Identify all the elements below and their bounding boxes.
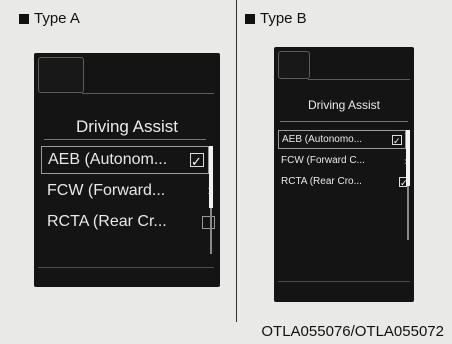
top-display-box	[38, 57, 84, 93]
scrollbar-thumb[interactable]	[406, 130, 410, 186]
menu-item-fcw[interactable]: FCW (Forward C... ›	[278, 151, 412, 170]
top-display-box	[278, 51, 310, 79]
scrollbar[interactable]	[209, 146, 213, 254]
menu-item-aeb[interactable]: AEB (Autonomo...	[278, 130, 406, 149]
menu-item-label: AEB (Autonomo...	[282, 134, 363, 145]
black-square-icon	[19, 13, 29, 24]
menu-item-label: AEB (Autonom...	[48, 151, 168, 168]
check-icon[interactable]	[190, 153, 204, 170]
type-b-heading: Type B	[245, 10, 307, 27]
title-underline	[44, 139, 206, 140]
menu-item-label: RCTA (Rear Cro...	[281, 176, 362, 187]
type-b-label: Type B	[260, 10, 307, 27]
menu-item-rcta[interactable]: RCTA (Rear Cr...	[41, 208, 219, 236]
menu-title: Driving Assist	[307, 98, 381, 112]
menu-item-aeb[interactable]: AEB (Autonom...	[41, 146, 209, 174]
type-a-label: Type A	[34, 10, 80, 27]
menu-title: Driving Assist	[75, 117, 179, 136]
menu-item-fcw[interactable]: FCW (Forward... ›	[41, 177, 219, 205]
bottom-line	[278, 281, 410, 282]
type-b-screen: Driving Assist AEB (Autonomo... FCW (For…	[274, 47, 414, 302]
menu-item-label: FCW (Forward C...	[281, 155, 365, 166]
type-a-heading: Type A	[19, 10, 80, 27]
menu-item-label: RCTA (Rear Cr...	[47, 213, 167, 230]
type-a-screen: Driving Assist AEB (Autonom... FCW (Forw…	[34, 53, 220, 287]
check-icon[interactable]	[392, 134, 402, 147]
bottom-line	[38, 267, 214, 268]
menu-item-label: FCW (Forward...	[47, 182, 166, 199]
checkbox-icon[interactable]	[202, 215, 215, 229]
menu-item-rcta[interactable]: RCTA (Rear Cro...	[278, 172, 412, 191]
figure-caption: OTLA055076/OTLA055072	[261, 323, 444, 340]
header-line	[308, 79, 410, 80]
scrollbar[interactable]	[406, 130, 410, 240]
header-line	[82, 93, 214, 94]
scrollbar-thumb[interactable]	[209, 146, 213, 208]
black-square-icon	[245, 13, 255, 24]
vertical-divider	[236, 0, 237, 322]
title-underline	[280, 121, 408, 122]
